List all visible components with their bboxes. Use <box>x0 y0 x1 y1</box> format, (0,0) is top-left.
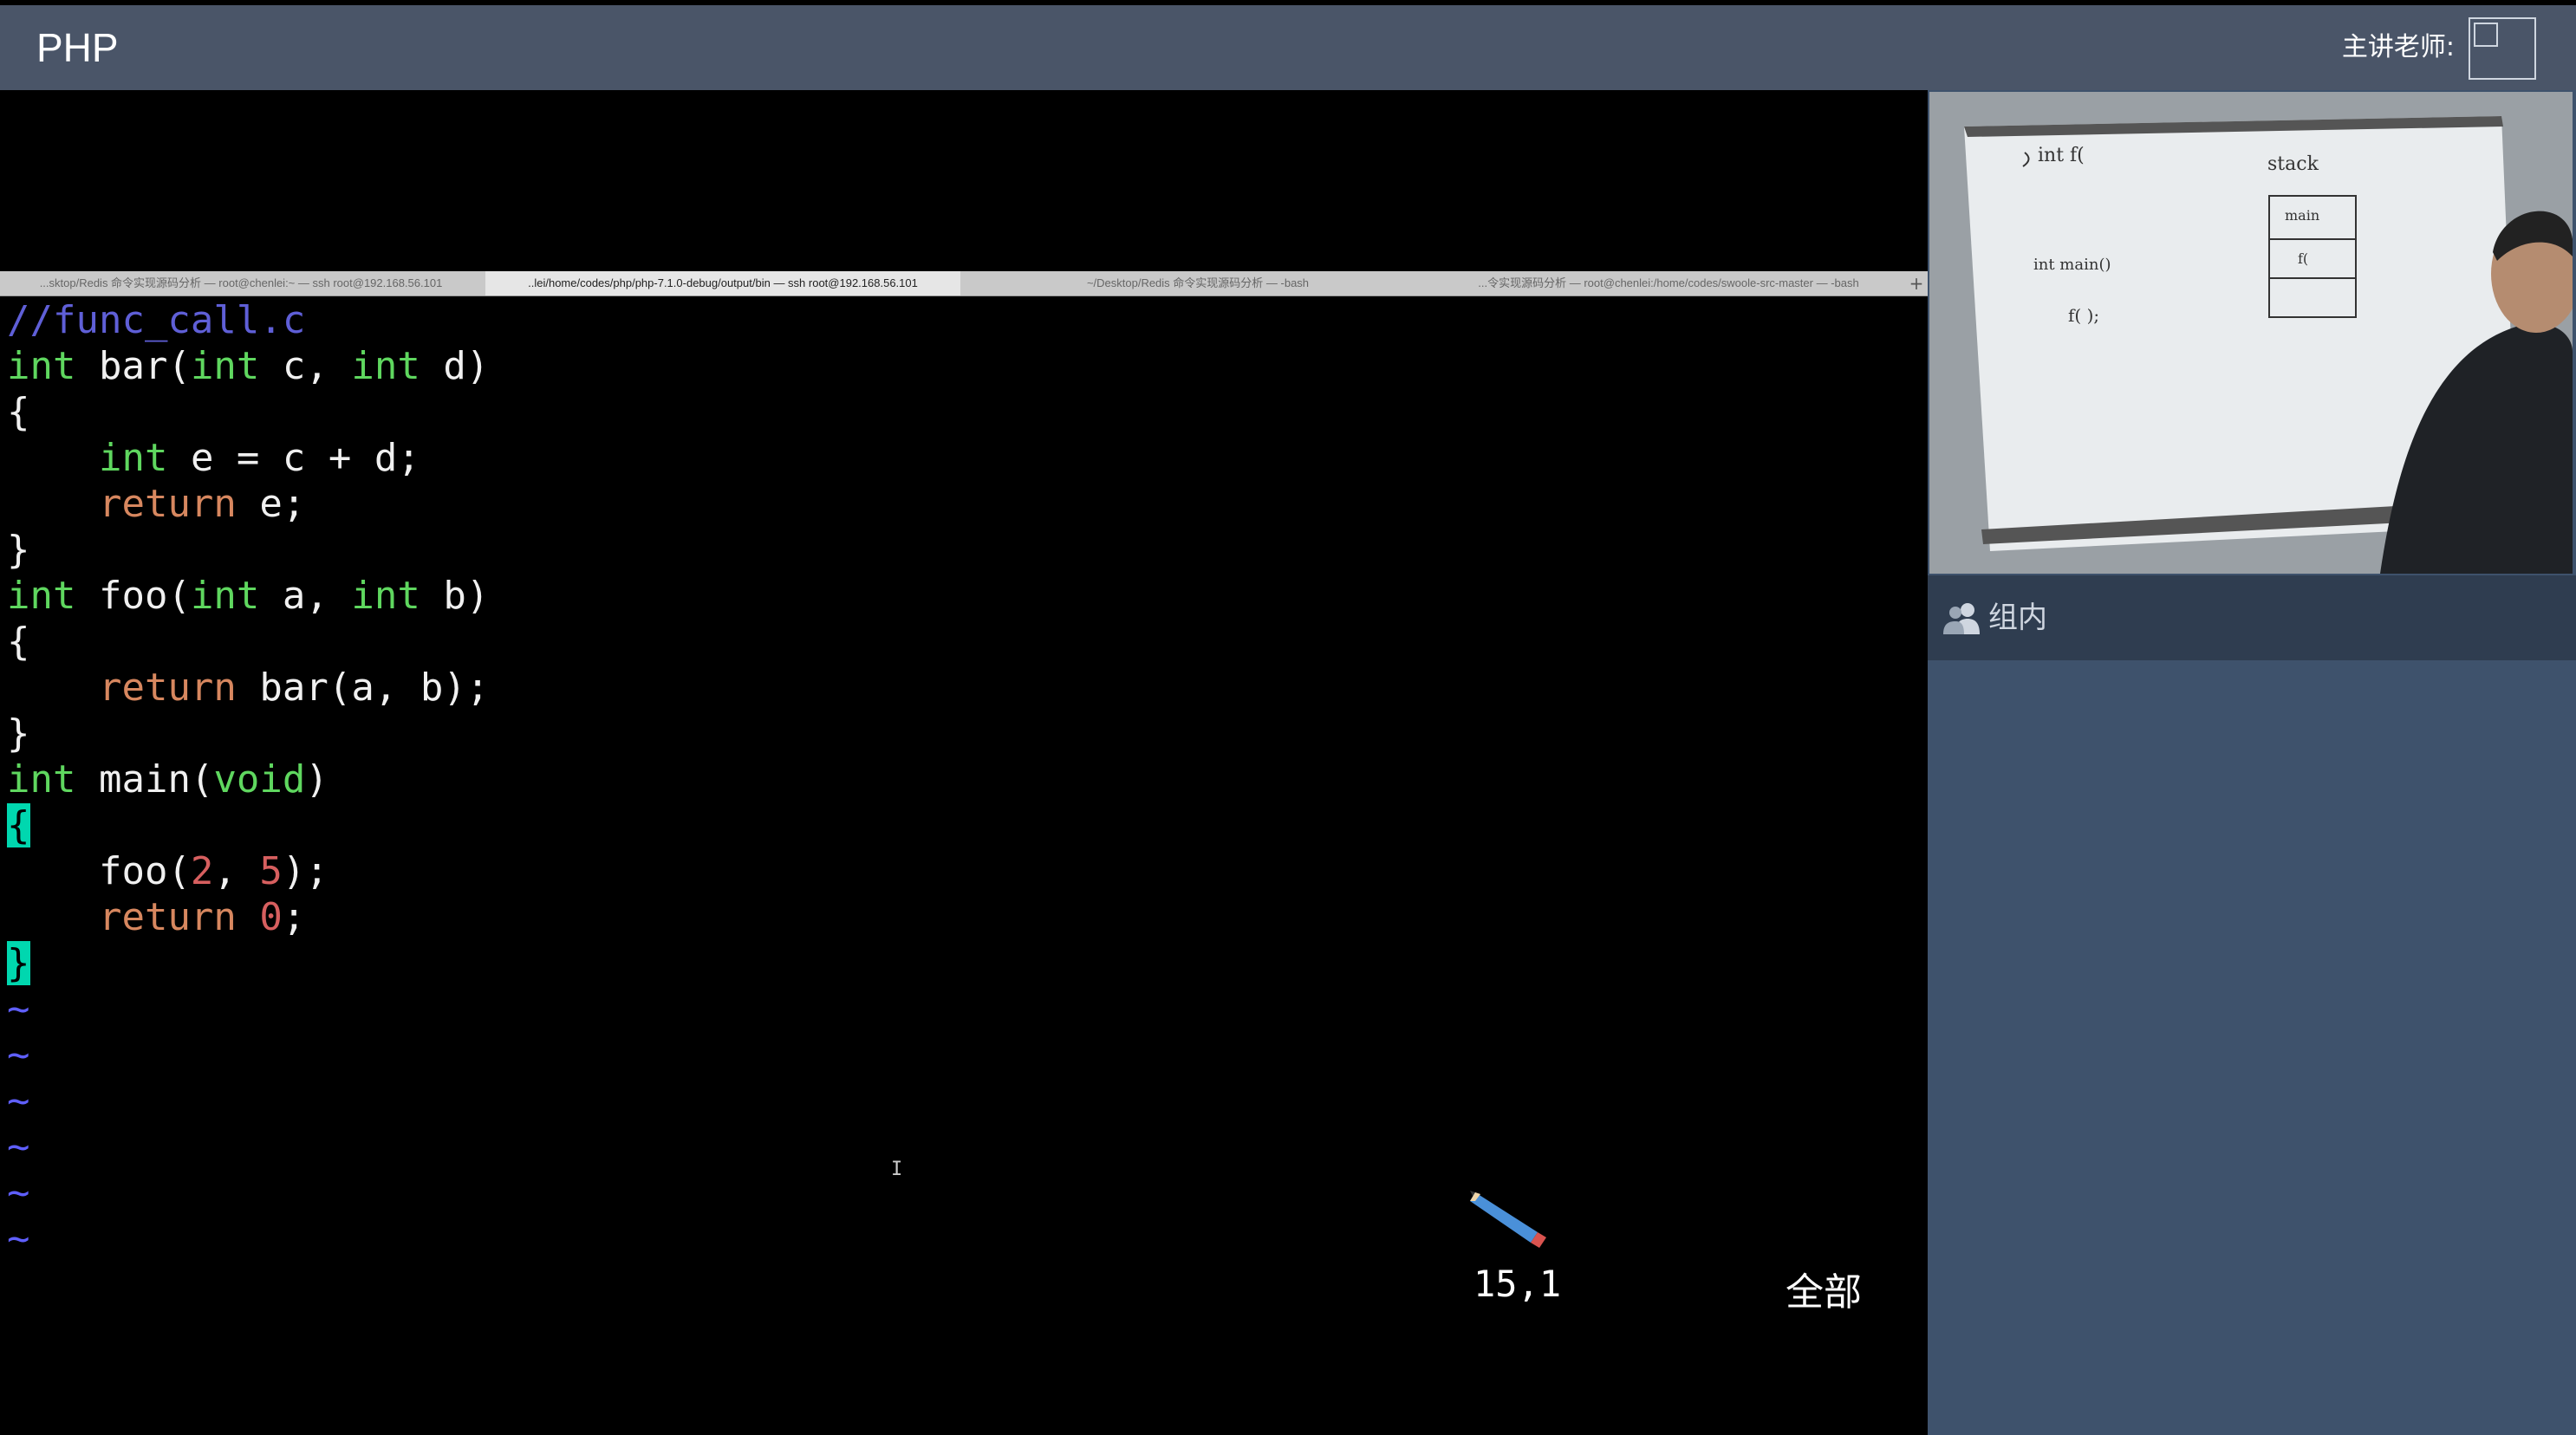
code-line: foo(2, 5); <box>7 849 329 893</box>
terminal-tab[interactable]: ...令实现源码分析 — root@chenlei:/home/codes/sw… <box>1435 271 1902 295</box>
new-tab-plus-icon[interactable]: + <box>1905 271 1928 295</box>
group-label: 组内 <box>1988 601 2047 635</box>
group-tab[interactable]: 组内 <box>1928 575 2576 660</box>
app-title: PHP <box>36 25 119 70</box>
svg-text:main: main <box>2285 207 2319 224</box>
teacher-video[interactable]: int f( stack main f( int main() f( ); <box>1929 92 2573 574</box>
group-users-icon <box>1943 603 1980 634</box>
code-line: } <box>7 711 30 756</box>
terminal-tab-bar: ...sktop/Redis 命令实现源码分析 — root@chenlei:~… <box>0 271 1928 296</box>
code-line: //func_call.c <box>7 298 306 342</box>
code-line: return e; <box>98 482 306 526</box>
svg-text:int main(): int main() <box>2033 256 2111 274</box>
code-line: int bar(int c, int d) <box>7 344 490 388</box>
terminal-tab[interactable]: ~/Desktop/Redis 命令实现源码分析 — -bash <box>964 271 1432 295</box>
code-line: int foo(int a, int b) <box>7 574 490 618</box>
empty-line-marker: ~ <box>7 1171 30 1215</box>
svg-text:int f(: int f( <box>2038 145 2085 166</box>
terminal-tab-active[interactable]: ..lei/home/codes/php/php-7.1.0-debug/out… <box>485 271 960 295</box>
pencil-icon <box>1470 1191 1546 1248</box>
code-line: return 0; <box>98 895 306 939</box>
empty-line-marker: ~ <box>7 1125 30 1169</box>
terminal-tab[interactable]: ...sktop/Redis 命令实现源码分析 — root@chenlei:~… <box>0 271 482 295</box>
ibeam-cursor-icon: I <box>891 1159 903 1180</box>
code-line: { <box>7 390 30 434</box>
code-line: } <box>7 528 30 572</box>
empty-line-marker: ~ <box>7 1033 30 1077</box>
cursor-position: 15,1 <box>1473 1263 1562 1305</box>
code-line: int e = c + d; <box>98 436 420 480</box>
avatar-placeholder-icon <box>2474 23 2498 47</box>
svg-text:f( );: f( ); <box>2068 305 2099 326</box>
empty-line-marker: ~ <box>7 987 30 1031</box>
code-line: return bar(a, b); <box>98 666 490 710</box>
code-line: { <box>7 620 30 664</box>
svg-text:stack: stack <box>2267 153 2319 175</box>
code-line: { <box>7 802 30 848</box>
code-line: int main(void) <box>7 757 329 802</box>
svg-text:f(: f( <box>2298 250 2308 267</box>
teacher-avatar[interactable] <box>2469 17 2536 80</box>
text-cursor: } <box>7 941 30 985</box>
code-line: } <box>7 940 30 986</box>
teacher-label: 主讲老师: <box>2341 32 2455 62</box>
empty-line-marker: ~ <box>7 1217 30 1261</box>
empty-line-marker: ~ <box>7 1079 30 1123</box>
bracket-match-highlight: { <box>7 803 30 847</box>
video-frame-image: int f( stack main f( int main() f( ); <box>1929 92 2573 574</box>
scroll-status: 全部 <box>1786 1270 1862 1315</box>
title-bar: PHP 主讲老师: <box>0 5 2576 90</box>
